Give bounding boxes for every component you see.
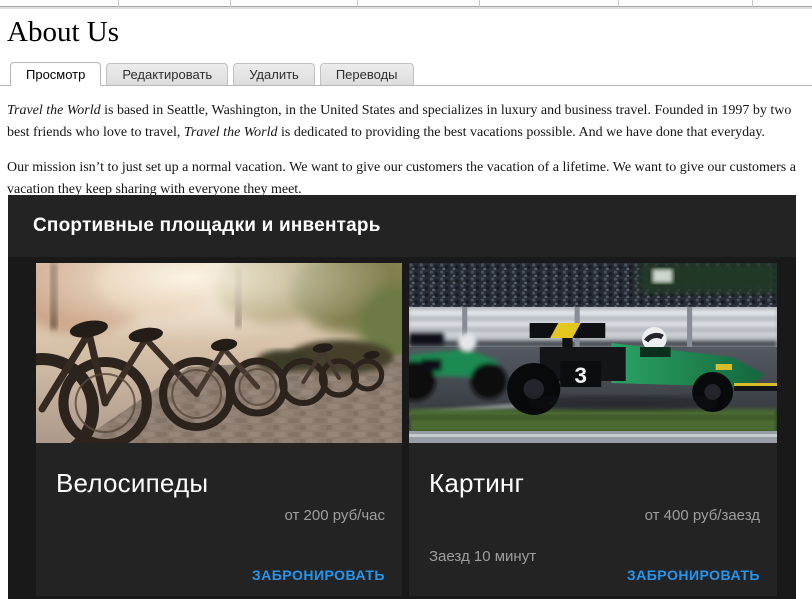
intro-paragraph-1: Travel the World is based in Seattle, Wa… bbox=[7, 100, 804, 144]
top-menu-bar[interactable] bbox=[0, 0, 812, 7]
menu-separator bbox=[752, 0, 753, 7]
card-karting-note: Заезд 10 минут bbox=[429, 548, 760, 565]
card-karting-title: Картинг bbox=[429, 468, 760, 499]
card-karting: 3 Картинг от 400 руб/заезд Заезд 10 м bbox=[409, 263, 777, 596]
card-bicycles-body: Велосипеды от 200 руб/час ЗАБРОНИРОВАТЬ bbox=[36, 443, 402, 596]
menu-separator bbox=[118, 0, 119, 7]
card-bicycles: Велосипеды от 200 руб/час ЗАБРОНИРОВАТЬ bbox=[36, 263, 402, 596]
menu-separator bbox=[479, 0, 480, 7]
card-bicycles-title: Велосипеды bbox=[56, 468, 385, 499]
tab-edit-label: Редактировать bbox=[122, 67, 212, 82]
card-bicycles-price: от 200 руб/час bbox=[56, 507, 385, 524]
menu-separator bbox=[230, 0, 231, 7]
intro-text: Travel the World is based in Seattle, Wa… bbox=[0, 86, 812, 201]
tab-view-label: Просмотр bbox=[26, 67, 85, 82]
tab-delete[interactable]: Удалить bbox=[233, 63, 315, 85]
card-bicycles-book-button[interactable]: ЗАБРОНИРОВАТЬ bbox=[252, 567, 385, 583]
node-tabs: Просмотр Редактировать Удалить Переводы bbox=[0, 62, 812, 86]
tab-translations-label: Переводы bbox=[336, 67, 398, 82]
page-title: About Us bbox=[7, 17, 812, 49]
booking-section: Спортивные площадки и инвентарь bbox=[8, 195, 796, 599]
page: About Us Просмотр Редактировать Удалить … bbox=[0, 0, 812, 599]
karting-photo: 3 bbox=[409, 263, 777, 443]
menu-separator bbox=[618, 0, 619, 7]
intro-p1-seg1: Travel the World bbox=[7, 103, 101, 118]
bicycles-photo bbox=[36, 263, 402, 443]
card-karting-price: от 400 руб/заезд bbox=[429, 507, 760, 524]
booking-cards: Велосипеды от 200 руб/час ЗАБРОНИРОВАТЬ bbox=[8, 257, 796, 596]
menu-separator bbox=[357, 0, 358, 7]
tab-translations[interactable]: Переводы bbox=[320, 63, 414, 85]
intro-p1-seg4: is dedicated to providing the best vacat… bbox=[278, 125, 765, 140]
card-karting-body: Картинг от 400 руб/заезд Заезд 10 минут … bbox=[409, 443, 777, 596]
tab-edit[interactable]: Редактировать bbox=[106, 63, 228, 85]
booking-section-title: Спортивные площадки и инвентарь bbox=[33, 215, 381, 237]
booking-section-header: Спортивные площадки и инвентарь bbox=[8, 195, 796, 257]
card-karting-book-button[interactable]: ЗАБРОНИРОВАТЬ bbox=[627, 567, 760, 583]
svg-text:3: 3 bbox=[574, 363, 587, 388]
tab-delete-label: Удалить bbox=[249, 67, 299, 82]
intro-p1-seg3: Travel the World bbox=[184, 125, 278, 140]
tab-view[interactable]: Просмотр bbox=[10, 62, 101, 86]
